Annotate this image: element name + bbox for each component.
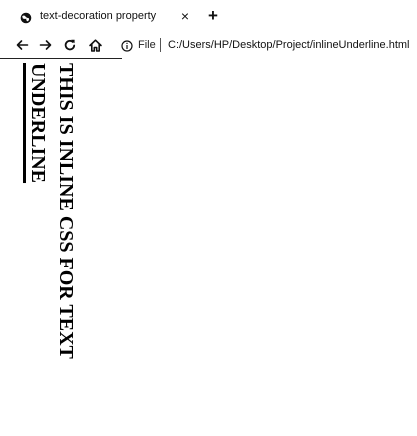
- home-button[interactable]: [86, 36, 104, 54]
- close-tab-icon[interactable]: ×: [178, 8, 192, 24]
- inline-underline-text: THIS IS INLINE CSS FOR TEXT: [56, 63, 76, 359]
- browser-toolbar: File C:/Users/HP/Desktop/Project/inlineU…: [0, 34, 417, 58]
- new-tab-button[interactable]: +: [206, 7, 220, 25]
- toolbar-divider: [0, 58, 122, 59]
- arrow-right-icon: [39, 40, 52, 50]
- reload-icon: [64, 39, 76, 51]
- file-label: File: [138, 39, 156, 51]
- info-icon[interactable]: [121, 39, 133, 52]
- tab-title: text-decoration property: [40, 10, 157, 22]
- forward-button[interactable]: [37, 36, 55, 54]
- tab-bar: text-decoration property × +: [0, 0, 417, 34]
- back-button[interactable]: [13, 36, 31, 54]
- address-bar-url[interactable]: C:/Users/HP/Desktop/Project/inlineUnderl…: [168, 39, 409, 51]
- arrow-left-icon: [16, 40, 29, 50]
- home-icon: [88, 38, 102, 52]
- address-separator: [160, 38, 161, 52]
- tab-active[interactable]: text-decoration property ×: [0, 0, 232, 34]
- inline-underline-text-continued: UNDERLINE: [27, 63, 49, 184]
- globe-icon: [20, 11, 32, 24]
- reload-button[interactable]: [61, 36, 79, 54]
